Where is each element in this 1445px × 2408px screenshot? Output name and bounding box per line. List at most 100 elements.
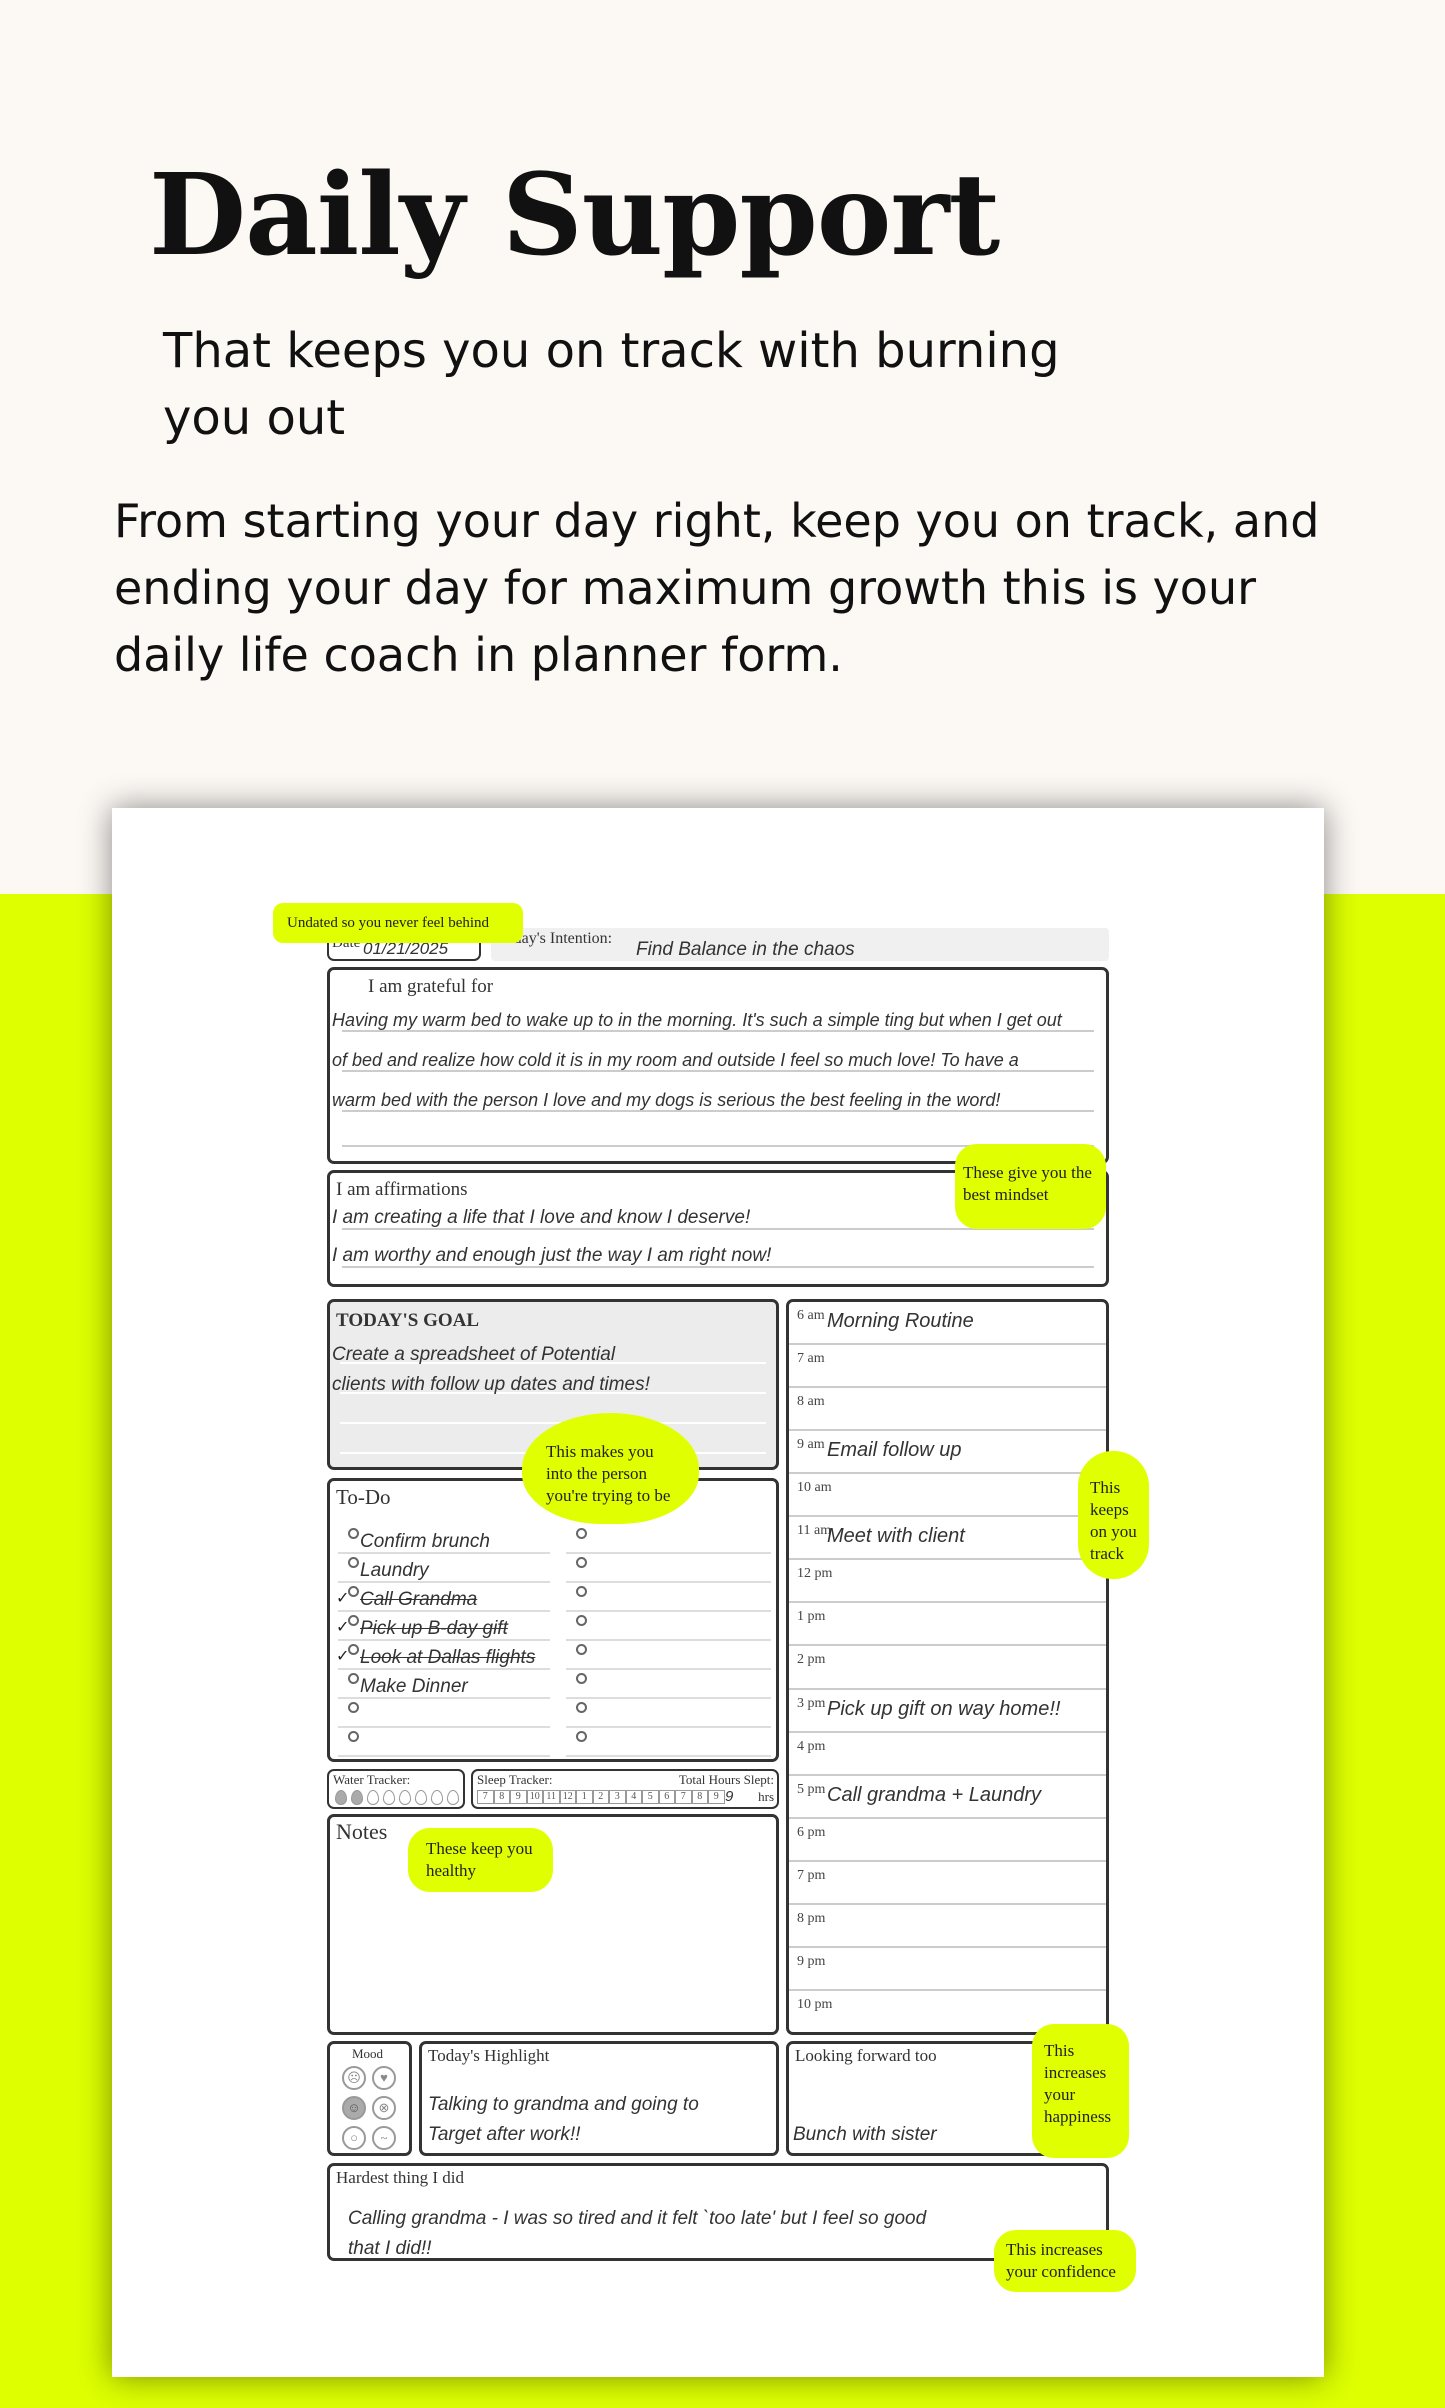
schedule-row[interactable]: 10 am <box>789 1474 1106 1518</box>
checkbox-icon[interactable] <box>576 1528 587 1539</box>
schedule-section[interactable]: 6 am Morning Routine 7 am 8 am 9 am Email fol… <box>786 1299 1109 2035</box>
todo-item[interactable]: ✓ Call Grandma <box>336 1583 550 1612</box>
todo-item[interactable] <box>566 1699 771 1728</box>
schedule-row[interactable]: 3 pm Pick up gift on way home!! <box>789 1690 1106 1733</box>
schedule-time: 10 pm <box>797 1996 833 2012</box>
sad-face-icon[interactable]: ☹ <box>342 2066 366 2090</box>
water-drop-icon[interactable] <box>367 1790 379 1805</box>
schedule-row[interactable]: 7 pm <box>789 1862 1106 1905</box>
sleep-unit: hrs <box>758 1789 774 1804</box>
schedule-row[interactable]: 2 pm <box>789 1646 1106 1690</box>
water-drop-icon[interactable] <box>351 1790 363 1805</box>
checkbox-icon[interactable] <box>348 1731 359 1742</box>
hardest-label: Hardest thing I did <box>336 2168 464 2187</box>
checkbox-icon[interactable] <box>576 1586 587 1597</box>
intention-field[interactable]: Today's Intention: Find Balance in the c… <box>491 928 1109 961</box>
checkbox-icon[interactable] <box>576 1644 587 1655</box>
todo-item[interactable]: ✓ Look at Dallas flights <box>336 1641 550 1670</box>
todo-section[interactable]: To-Do Confirm brunch Laundry ✓ Call Grandma… <box>327 1478 779 1762</box>
water-drop-icon[interactable] <box>335 1790 347 1805</box>
todo-item[interactable]: Confirm brunch <box>338 1525 550 1554</box>
checkbox-icon[interactable] <box>576 1557 587 1568</box>
schedule-row[interactable]: 7 am <box>789 1345 1106 1389</box>
schedule-time: 8 pm <box>797 1910 826 1926</box>
checkbox-icon[interactable] <box>348 1528 359 1539</box>
grateful-section[interactable]: I am grateful for Having my warm bed to … <box>327 967 1109 1164</box>
schedule-row[interactable]: 1 pm <box>789 1603 1106 1647</box>
checkbox-icon[interactable] <box>576 1615 587 1626</box>
checkbox-icon[interactable] <box>348 1673 359 1684</box>
todo-item[interactable] <box>566 1583 771 1612</box>
highlight-line: Talking to grandma and going to <box>428 2094 699 2115</box>
todo-item[interactable]: ✓ Pick up B-day gift <box>336 1612 550 1641</box>
love-face-icon[interactable]: ♥ <box>372 2066 396 2090</box>
sleep-hour-cell[interactable]: 6 <box>658 1790 675 1804</box>
looking-forward-label: Looking forward too <box>795 2046 937 2065</box>
todo-item[interactable]: Make Dinner <box>338 1670 550 1699</box>
notes-section[interactable]: Notes <box>327 1814 779 2035</box>
schedule-row[interactable]: 9 pm <box>789 1948 1106 1991</box>
schedule-row[interactable]: 9 am Email follow up <box>789 1431 1106 1475</box>
checkbox-icon[interactable] <box>576 1673 587 1684</box>
schedule-entry: Call grandma + Laundry <box>827 1783 1042 1806</box>
todo-item[interactable] <box>566 1554 771 1583</box>
checkbox-icon[interactable] <box>348 1644 359 1655</box>
water-drop-icon[interactable] <box>447 1790 459 1805</box>
sleep-hour-cell[interactable]: 8 <box>691 1790 708 1804</box>
hardest-section[interactable]: Hardest thing I did Calling grandma - I … <box>327 2163 1109 2261</box>
checkbox-icon[interactable] <box>576 1702 587 1713</box>
highlight-section[interactable]: Today's Highlight Talking to grandma and… <box>419 2041 779 2156</box>
schedule-row[interactable]: 8 pm <box>789 1905 1106 1948</box>
happy-face-icon[interactable]: ☺ <box>342 2096 366 2120</box>
sleep-hour-cell[interactable]: 9 <box>708 1790 725 1804</box>
water-tracker[interactable]: Water Tracker: <box>327 1769 465 1809</box>
todo-item[interactable] <box>566 1612 771 1641</box>
callout-mindset: These give you the best mindset <box>955 1144 1106 1229</box>
schedule-time: 9 am <box>797 1437 825 1453</box>
checkbox-icon[interactable] <box>348 1586 359 1597</box>
water-drop-icon[interactable] <box>399 1790 411 1805</box>
shocked-face-icon[interactable]: ○ <box>342 2126 366 2150</box>
intention-value: Find Balance in the chaos <box>636 939 855 960</box>
todo-item[interactable] <box>566 1641 771 1670</box>
schedule-row[interactable]: 5 pm Call grandma + Laundry <box>789 1776 1106 1819</box>
highlight-line: Target after work!! <box>428 2124 581 2145</box>
sleep-tracker[interactable]: Sleep Tracker: Total Hours Slept: 9 hrs … <box>471 1769 779 1809</box>
schedule-row[interactable]: 6 am Morning Routine <box>789 1302 1106 1346</box>
mood-section[interactable]: Mood ☹ ♥ ☺ ⊗ ○ ~ <box>327 2041 412 2156</box>
schedule-row[interactable]: 12 pm <box>789 1560 1106 1604</box>
sleep-hour-cell[interactable]: 12 <box>559 1790 576 1804</box>
sleep-hour-cell[interactable]: 8 <box>493 1790 510 1804</box>
sleep-hour-cell[interactable]: 2 <box>592 1790 609 1804</box>
angry-face-icon[interactable]: ⊗ <box>372 2096 396 2120</box>
water-drop-icon[interactable] <box>431 1790 443 1805</box>
checkbox-icon[interactable] <box>576 1731 587 1742</box>
water-drop-icon[interactable] <box>415 1790 427 1805</box>
todo-item[interactable] <box>566 1728 771 1757</box>
schedule-row[interactable]: 4 pm <box>789 1733 1106 1776</box>
checkbox-icon[interactable] <box>348 1615 359 1626</box>
todo-item[interactable] <box>338 1728 550 1757</box>
checkbox-icon[interactable] <box>348 1702 359 1713</box>
sleep-hour-cell[interactable]: 10 <box>526 1790 543 1804</box>
todo-item[interactable] <box>566 1525 771 1554</box>
sleep-hour-cell[interactable]: 5 <box>642 1790 659 1804</box>
schedule-row[interactable]: 8 am <box>789 1388 1106 1432</box>
checkbox-icon[interactable] <box>348 1557 359 1568</box>
water-drop-icon[interactable] <box>383 1790 395 1805</box>
todo-item[interactable] <box>566 1670 771 1699</box>
sleep-hour-cell[interactable]: 9 <box>510 1790 527 1804</box>
schedule-row[interactable]: 6 pm <box>789 1819 1106 1862</box>
sleep-hour-cell[interactable]: 7 <box>675 1790 692 1804</box>
sleep-hour-cell[interactable]: 11 <box>543 1790 560 1804</box>
sick-face-icon[interactable]: ~ <box>372 2126 396 2150</box>
todo-item[interactable] <box>338 1699 550 1728</box>
sleep-hour-cell[interactable]: 3 <box>609 1790 626 1804</box>
grateful-line: of bed and realize how cold it is in my … <box>332 1050 1019 1070</box>
sleep-hour-cell[interactable]: 1 <box>576 1790 593 1804</box>
todo-item[interactable]: Laundry <box>338 1554 550 1583</box>
checkmark-icon: ✓ <box>336 1648 350 1665</box>
schedule-row[interactable]: 11 am Meet with client <box>789 1517 1106 1561</box>
sleep-hour-cell[interactable]: 4 <box>625 1790 642 1804</box>
sleep-hour-cell[interactable]: 7 <box>477 1790 494 1804</box>
